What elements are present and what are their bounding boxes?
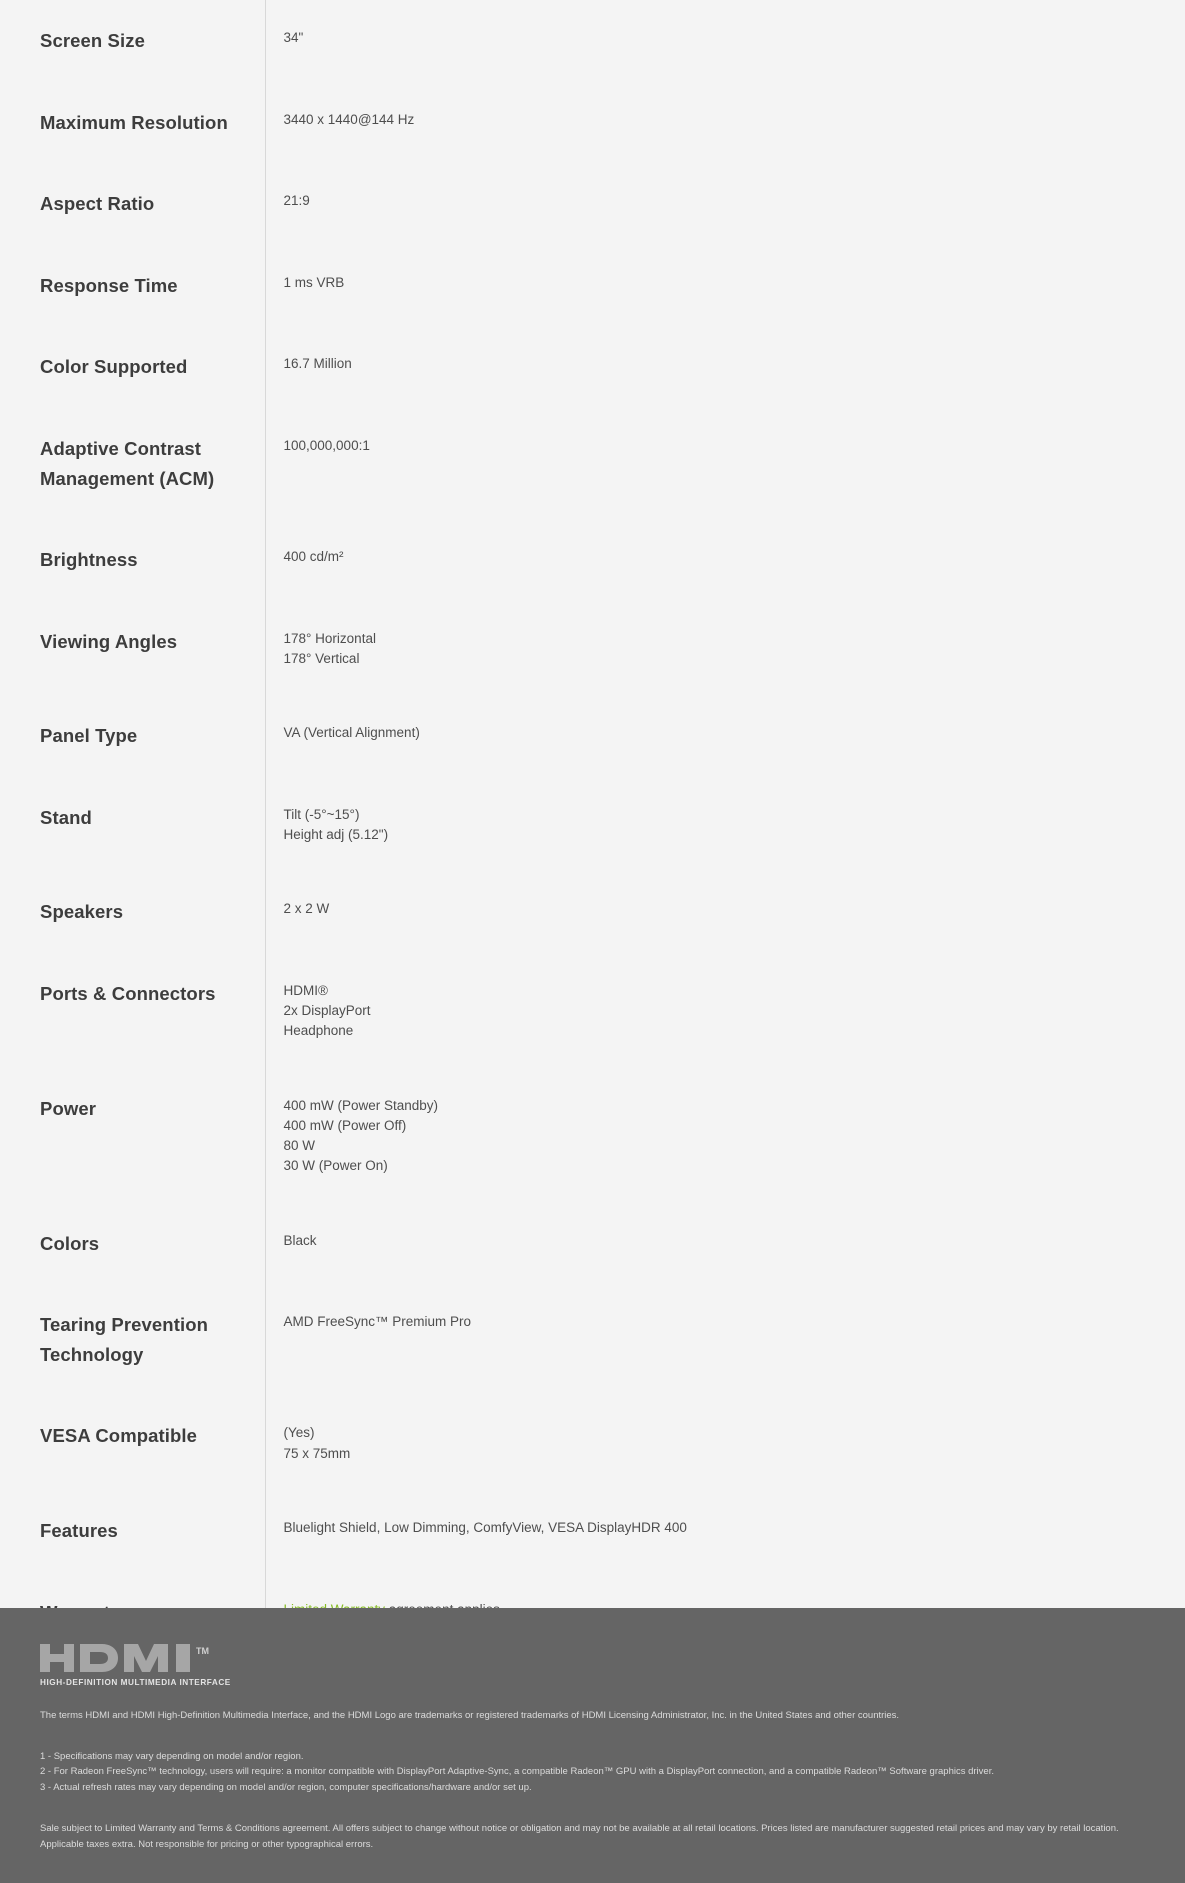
spec-value-line: 100,000,000:1 — [283, 437, 370, 453]
spec-label: Panel Type — [40, 725, 138, 747]
spec-row: Viewing Angles 178° Horizontal 178° Vertic… — [0, 600, 1185, 696]
footnotes-list: 1 - Specifications may vary depending on… — [40, 1749, 1145, 1795]
spec-value: VA (Vertical Alignment) — [264, 695, 1185, 777]
page-footer: TM HIGH-DEFINITION MULTIMEDIA INTERFACE … — [0, 1607, 1185, 1883]
spec-value: AMD FreeSync™ Premium Pro — [264, 1284, 1185, 1396]
spec-value-line: 2 x 2 W — [283, 901, 330, 917]
spec-value-line: 400 mW (Power Off) — [283, 1117, 407, 1133]
spec-value: 400 mW (Power Standby) 400 mW (Power Off)… — [264, 1067, 1185, 1203]
spec-value-line: 178° Horizontal — [283, 630, 376, 646]
spec-value-line: 16.7 Million — [283, 356, 352, 372]
specifications-section: Screen Size 34" Maximum Resolution 3440 x 1… — [0, 0, 1185, 1754]
hdmi-wordmark-icon: TM — [40, 1643, 209, 1672]
spec-value: Black — [264, 1202, 1185, 1285]
spec-row: Response Time 1 ms VRB — [0, 244, 1185, 327]
spec-row: Speakers 2 x 2 W — [0, 871, 1185, 953]
spec-value-line: 30 W (Power On) — [283, 1158, 388, 1174]
spec-value-line: Bluelight Shield, Low Dimming, ComfyView… — [283, 1519, 687, 1535]
spec-label: VESA Compatible — [40, 1425, 198, 1447]
spec-label: Maximum Resolution — [40, 111, 228, 133]
spec-value-line: 80 W — [283, 1138, 316, 1154]
spec-value-line: Black — [283, 1232, 317, 1248]
spec-row: Tearing Prevention Technology AMD FreeSyn… — [0, 1284, 1185, 1396]
spec-row: Power 400 mW (Power Standby) 400 mW (Power… — [0, 1067, 1185, 1203]
spec-label: Adaptive Contrast Management (ACM) — [40, 437, 215, 489]
spec-value-line: AMD FreeSync™ Premium Pro — [283, 1314, 472, 1330]
spec-row: Color Supported 16.7 Million — [0, 326, 1185, 408]
spec-label: Response Time — [40, 274, 178, 296]
spec-value: 2 x 2 W — [264, 871, 1185, 953]
spec-row: VESA Compatible (Yes) 75 x 75mm — [0, 1395, 1185, 1490]
spec-value-line: 400 cd/m² — [283, 549, 344, 565]
spec-value-line: (Yes) — [283, 1425, 315, 1441]
spec-row: Screen Size 34" — [0, 0, 1185, 82]
spec-label: Color Supported — [40, 356, 188, 378]
spec-value-line: 21:9 — [283, 193, 310, 209]
spec-value-line: 2x DisplayPort — [283, 1003, 371, 1019]
spec-value-line: Tilt (-5°~15°) — [283, 806, 360, 822]
hdmi-tm-mark: TM — [196, 1646, 209, 1656]
spec-row: Maximum Resolution 3440 x 1440@144 Hz — [0, 81, 1185, 164]
spec-label: Ports & Connectors — [40, 982, 216, 1004]
spec-row: Ports & Connectors HDMI® 2x DisplayPort Hea… — [0, 952, 1185, 1068]
spec-label: Features — [40, 1519, 118, 1541]
spec-label: Brightness — [40, 549, 138, 571]
spec-value-line: 178° Vertical — [283, 651, 360, 666]
hdmi-trademark-notice: The terms HDMI and HDMI High-Definition … — [40, 1709, 900, 1721]
spec-value-line: HDMI® — [283, 982, 328, 998]
spec-label: Tearing Prevention Technology — [40, 1314, 208, 1365]
spec-value: 400 cd/m² — [264, 519, 1185, 601]
spec-row: Features Bluelight Shield, Low Dimming, C… — [0, 1489, 1185, 1572]
footnote-item: 1 - Specifications may vary depending on… — [40, 1751, 304, 1763]
hdmi-subtitle: HIGH-DEFINITION MULTIMEDIA INTERFACE — [40, 1677, 231, 1687]
specifications-table: Screen Size 34" Maximum Resolution 3440 x 1… — [0, 0, 1185, 1654]
spec-label: Stand — [40, 806, 92, 828]
footnote-item: 3 - Actual refresh rates may vary depend… — [40, 1781, 532, 1793]
spec-label: Screen Size — [40, 30, 145, 51]
spec-label: Viewing Angles — [40, 630, 178, 652]
spec-value: HDMI® 2x DisplayPort Headphone — [264, 952, 1185, 1068]
spec-row: Stand Tilt (-5°~15°) Height adj (5.12") — [0, 776, 1185, 872]
spec-label: Aspect Ratio — [40, 193, 155, 215]
spec-value-line: 400 mW (Power Standby) — [283, 1097, 439, 1113]
spec-value: 1 ms VRB — [264, 244, 1185, 327]
specifications-table-body: Screen Size 34" Maximum Resolution 3440 x 1… — [0, 0, 1185, 1654]
spec-value: 34" — [264, 0, 1185, 82]
spec-value: Bluelight Shield, Low Dimming, ComfyView… — [264, 1489, 1185, 1572]
spec-value: 100,000,000:1 — [264, 407, 1185, 520]
spec-value: (Yes) 75 x 75mm — [264, 1395, 1185, 1490]
spec-label: Power — [40, 1097, 97, 1119]
spec-row: Adaptive Contrast Management (ACM) 100,00… — [0, 407, 1185, 520]
spec-label: Colors — [40, 1232, 100, 1254]
spec-value-line: Headphone — [283, 1023, 354, 1039]
spec-value-line: 34" — [283, 30, 304, 45]
spec-value-line: VA (Vertical Alignment) — [283, 725, 420, 741]
spec-row: Aspect Ratio 21:9 — [0, 163, 1185, 245]
spec-value: 21:9 — [264, 163, 1185, 245]
spec-value-line: Height adj (5.12") — [283, 827, 389, 843]
hdmi-logo: TM HIGH-DEFINITION MULTIMEDIA INTERFACE — [40, 1642, 240, 1687]
spec-value: Tilt (-5°~15°) Height adj (5.12") — [264, 776, 1185, 872]
spec-row: Brightness 400 cd/m² — [0, 519, 1185, 601]
spec-value-line: 75 x 75mm — [283, 1445, 351, 1461]
spec-value: 178° Horizontal 178° Vertical — [264, 600, 1185, 696]
spec-value-line: 3440 x 1440@144 Hz — [283, 111, 415, 127]
spec-row: Colors Black — [0, 1202, 1185, 1285]
footnote-item: 2 - For Radeon FreeSync™ technology, use… — [40, 1766, 994, 1778]
spec-value: 3440 x 1440@144 Hz — [264, 81, 1185, 164]
spec-row: Panel Type VA (Vertical Alignment) — [0, 695, 1185, 777]
sale-terms-note: Sale subject to Limited Warranty and Ter… — [40, 1822, 1119, 1850]
spec-value-line: 1 ms VRB — [283, 274, 345, 290]
spec-value: 16.7 Million — [264, 326, 1185, 408]
spec-label: Speakers — [40, 901, 124, 923]
